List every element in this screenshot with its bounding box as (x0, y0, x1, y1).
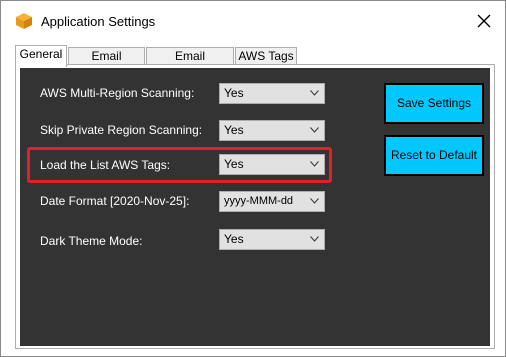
chevron-down-icon (310, 236, 319, 242)
save-settings-button[interactable]: Save Settings (384, 83, 484, 124)
chevron-down-icon (310, 161, 319, 167)
load-aws-tags-select[interactable]: Yes (219, 154, 325, 175)
skip-private-select[interactable]: Yes (219, 120, 325, 141)
box-icon (16, 13, 32, 29)
date-format-value: yyyy-MMM-dd (224, 195, 294, 207)
load-aws-tags-label: Load the List AWS Tags: (40, 158, 171, 172)
dark-theme-label: Dark Theme Mode: (40, 234, 143, 248)
chevron-down-icon (310, 90, 319, 96)
chevron-down-icon (310, 127, 319, 133)
date-format-select[interactable]: yyyy-MMM-dd (219, 191, 325, 212)
settings-window: Application Settings General Email Setti… (0, 0, 506, 357)
skip-private-value: Yes (224, 123, 244, 137)
tab-general[interactable]: General (15, 45, 67, 67)
multi-region-value: Yes (224, 86, 244, 100)
window-title: Application Settings (41, 14, 156, 29)
title-bar[interactable]: Application Settings (1, 1, 505, 41)
reset-to-default-button[interactable]: Reset to Default (384, 135, 484, 176)
multi-region-select[interactable]: Yes (219, 83, 325, 104)
multi-region-label: AWS Multi-Region Scanning: (40, 86, 195, 100)
chevron-down-icon (310, 198, 319, 204)
load-aws-tags-value: Yes (224, 157, 244, 171)
date-format-label: Date Format [2020-Nov-25]: (40, 194, 190, 208)
skip-private-label: Skip Private Region Scanning: (40, 123, 203, 137)
dark-theme-value: Yes (224, 232, 244, 246)
dark-theme-select[interactable]: Yes (219, 229, 325, 250)
close-icon[interactable] (475, 12, 493, 30)
